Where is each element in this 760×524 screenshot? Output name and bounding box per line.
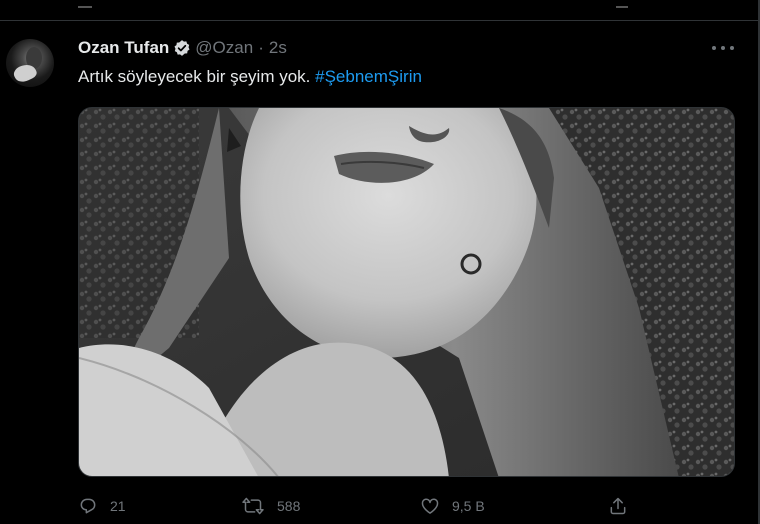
tweet-header: Ozan Tufan @Ozan · 2s: [78, 38, 287, 58]
retweet-count: 588: [277, 498, 301, 514]
photo-grayscale-portrait: [79, 108, 734, 476]
hashtag-link[interactable]: #ŞebnemŞirin: [315, 67, 422, 86]
separator: ·: [258, 38, 264, 57]
more-icon[interactable]: [712, 41, 734, 55]
tweet-text: Artık söyleyecek bir şeyim yok. #ŞebnemŞ…: [78, 67, 422, 87]
like-button[interactable]: 9,5 B: [420, 494, 485, 518]
display-name[interactable]: Ozan Tufan: [78, 38, 169, 58]
timestamp[interactable]: 2s: [269, 38, 287, 58]
like-count: 9,5 B: [452, 498, 485, 514]
more-dot: [712, 46, 716, 50]
share-button[interactable]: [608, 494, 628, 518]
avatar[interactable]: [6, 39, 54, 87]
reply-icon: [80, 498, 96, 514]
handle[interactable]: @Ozan: [195, 38, 253, 58]
reply-button[interactable]: 21: [78, 494, 126, 518]
verified-badge-icon: [173, 39, 191, 57]
tweet-photo[interactable]: [78, 107, 735, 477]
previous-tweet-action-fragment: [78, 0, 92, 8]
more-dot: [730, 46, 734, 50]
tweet-body: Artık söyleyecek bir şeyim yok.: [78, 67, 311, 86]
tweet[interactable]: Ozan Tufan @Ozan · 2s Artık söyleyecek b…: [0, 21, 758, 524]
previous-tweet-action-fragment: [616, 0, 628, 8]
retweet-icon: [242, 497, 264, 515]
retweet-button[interactable]: 588: [241, 494, 300, 518]
tweet-actions: 21 588 9,5 B: [0, 494, 758, 518]
more-dot: [721, 46, 725, 50]
like-icon: [421, 498, 439, 514]
previous-tweet-edge: [0, 0, 760, 20]
reply-count: 21: [110, 498, 126, 514]
share-icon: [610, 497, 626, 515]
